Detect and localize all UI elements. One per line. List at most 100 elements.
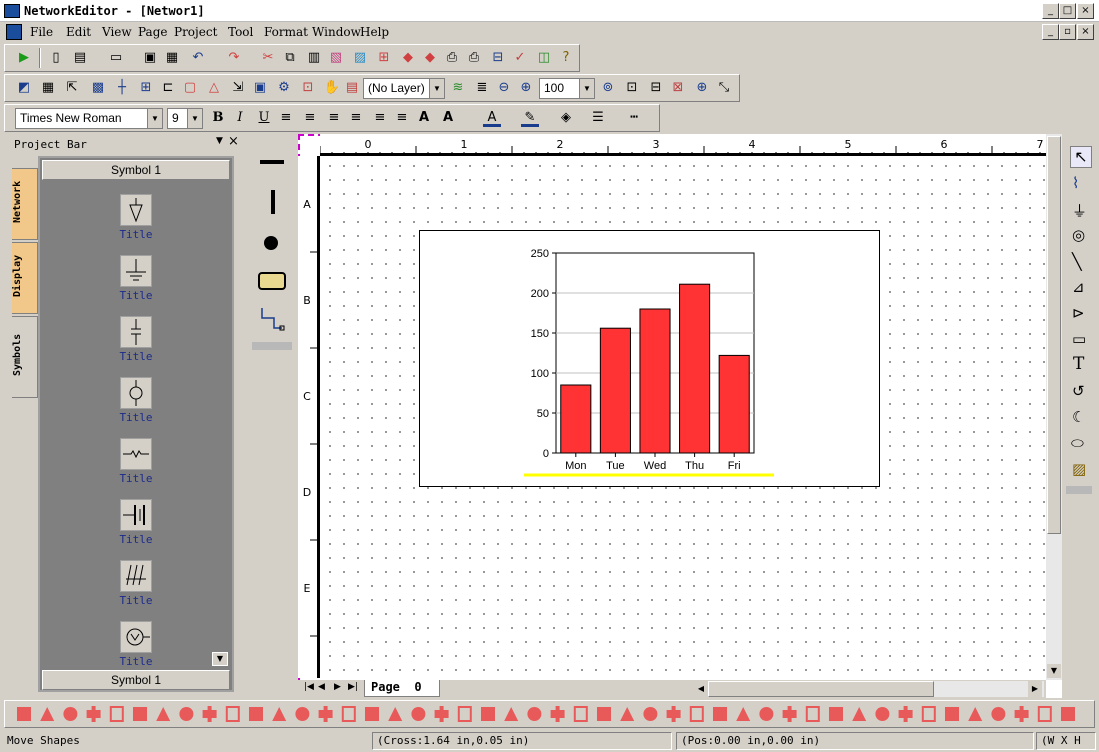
cut-icon[interactable]: ✂ — [259, 49, 277, 67]
scroll-right-icon[interactable]: ▶ — [1028, 681, 1042, 697]
symbol-tile[interactable] — [120, 621, 152, 653]
symbol-tile[interactable] — [120, 438, 152, 470]
bold-icon[interactable]: B — [209, 109, 227, 127]
symbol-tile[interactable] — [120, 499, 152, 531]
template-icon[interactable]: ▤ — [71, 49, 89, 67]
format-painter-icon[interactable]: ⊞ — [375, 49, 393, 67]
component-tool-icon[interactable] — [109, 706, 124, 722]
component-tool-icon[interactable] — [40, 707, 55, 721]
select-icon[interactable]: ⇱ — [63, 79, 81, 97]
component-tool-icon[interactable] — [457, 706, 472, 722]
component-tool-icon[interactable] — [991, 707, 1006, 721]
component-tool-icon[interactable] — [620, 707, 635, 721]
scroll-down-icon[interactable]: ▼ — [1047, 664, 1061, 678]
valign-middle-icon[interactable]: ≡ — [371, 109, 389, 127]
chevron-down-icon[interactable]: ▼ — [429, 79, 444, 98]
new-icon[interactable]: ▯ — [47, 49, 65, 67]
menu-view[interactable]: View — [102, 25, 132, 39]
dot-tool[interactable] — [264, 236, 278, 250]
component-tool-icon[interactable] — [643, 707, 658, 721]
redo-icon[interactable]: ↷ — [225, 49, 243, 67]
check-icon[interactable]: ✓ — [511, 49, 529, 67]
menu-page[interactable]: Page — [138, 25, 167, 39]
zoom-fit-icon[interactable]: ⊚ — [599, 79, 617, 97]
node-icon[interactable]: ▢ — [181, 79, 199, 97]
copy-icon[interactable]: ⧉ — [281, 49, 299, 67]
component-tool-icon[interactable] — [434, 706, 449, 722]
justify-icon[interactable]: ≡ — [347, 109, 365, 127]
tag-icon[interactable]: ◫ — [535, 49, 553, 67]
line-style-icon[interactable]: ┅ — [625, 109, 643, 127]
gear-icon[interactable]: ⚙ — [275, 79, 293, 97]
underline-icon[interactable]: U — [255, 109, 273, 127]
undo-icon[interactable]: ↶ — [189, 49, 207, 67]
line-weight-icon[interactable]: ☰ — [589, 109, 607, 127]
align-center-icon[interactable]: ≡ — [301, 109, 319, 127]
freeform-tool-icon[interactable]: ⊳ — [1072, 304, 1085, 322]
horizontal-line-tool[interactable] — [260, 160, 284, 164]
scroll-down-icon[interactable]: ▼ — [212, 652, 228, 666]
zoom-selection-icon[interactable]: ⊠ — [669, 79, 687, 97]
symbol-tile[interactable] — [120, 316, 152, 348]
zoom-in-icon[interactable]: ⊕ — [517, 79, 535, 97]
component-tool-icon[interactable] — [805, 706, 820, 722]
save-icon[interactable]: ▣ — [141, 49, 159, 67]
symbol-tile[interactable] — [120, 255, 152, 287]
project-bar-close-icon[interactable]: × — [228, 134, 239, 149]
component-tool-icon[interactable] — [1014, 706, 1029, 722]
italic-icon[interactable]: I — [231, 109, 249, 127]
chevron-down-icon[interactable]: ▼ — [147, 109, 162, 128]
paste-icon[interactable]: ▥ — [305, 49, 323, 67]
component-tool-icon[interactable] — [179, 707, 194, 721]
vertical-line-tool[interactable] — [271, 190, 275, 214]
menu-window[interactable]: Window — [312, 25, 361, 39]
component-tool-icon[interactable] — [550, 706, 565, 722]
component-tool-icon[interactable] — [225, 706, 240, 722]
chart-icon[interactable]: ◩ — [15, 79, 33, 97]
component-tool-icon[interactable] — [341, 706, 356, 722]
paste-special-icon[interactable]: ▧ — [327, 49, 345, 67]
component-tool-icon[interactable] — [156, 707, 171, 721]
menu-format[interactable]: Format — [264, 25, 308, 39]
component-tool-icon[interactable] — [968, 707, 983, 721]
frame-icon[interactable]: ▣ — [251, 79, 269, 97]
polygon-tool-icon[interactable]: ⊿ — [1072, 278, 1085, 296]
component-tool-icon[interactable] — [272, 707, 287, 721]
network-icon[interactable]: ⊟ — [489, 49, 507, 67]
page-tab[interactable]: Page 0 — [364, 680, 440, 697]
doc-restore-button[interactable]: ▫ — [1059, 24, 1076, 40]
valign-bottom-icon[interactable]: ≡ — [393, 109, 411, 127]
layer-select[interactable]: (No Layer) ▼ — [363, 78, 445, 99]
font-size-select[interactable]: 9 ▼ — [167, 108, 203, 129]
connector-tool-icon[interactable] — [260, 306, 286, 334]
grid-icon[interactable]: ▩ — [89, 79, 107, 97]
tab-network[interactable]: Network — [12, 168, 38, 240]
layers-stack-icon[interactable]: ≣ — [473, 79, 491, 97]
connect-icon[interactable]: ⊏ — [159, 79, 177, 97]
component-tool-icon[interactable] — [736, 707, 751, 721]
component-tool-icon[interactable] — [921, 706, 936, 722]
doc-close-button[interactable]: × — [1077, 24, 1094, 40]
component-tool-icon[interactable] — [481, 707, 495, 721]
zoom-select[interactable]: 100 ▼ — [539, 78, 595, 99]
more-tools-icon[interactable]: ⤡ — [715, 79, 733, 97]
symbol-tile[interactable] — [120, 377, 152, 409]
component-tool-icon[interactable] — [782, 706, 797, 722]
zoom-out-icon[interactable]: ⊖ — [495, 79, 513, 97]
font-color-icon[interactable]: A — [483, 109, 501, 127]
symbol-tile[interactable] — [120, 194, 152, 226]
horizontal-scrollbar[interactable]: ◀ ▶ — [694, 681, 1044, 697]
component-tool-icon[interactable] — [17, 707, 31, 721]
vertical-scroll-thumb[interactable] — [1047, 136, 1061, 534]
hand-icon[interactable]: ✋ — [323, 79, 341, 97]
menu-file[interactable]: File — [30, 25, 53, 39]
horizontal-scroll-thumb[interactable] — [708, 681, 934, 697]
image-icon[interactable]: ▨ — [351, 49, 369, 67]
menu-edit[interactable]: Edit — [66, 25, 91, 39]
component-tool-icon[interactable] — [689, 706, 704, 722]
component-tool-icon[interactable] — [573, 706, 588, 722]
zoom-custom-icon[interactable]: ⊕ — [693, 79, 711, 97]
symbol-group-header[interactable]: Symbol 1 — [42, 160, 230, 180]
node-tool-icon[interactable]: ◎ — [1072, 226, 1085, 244]
doc-minimize-button[interactable]: _ — [1042, 24, 1059, 40]
